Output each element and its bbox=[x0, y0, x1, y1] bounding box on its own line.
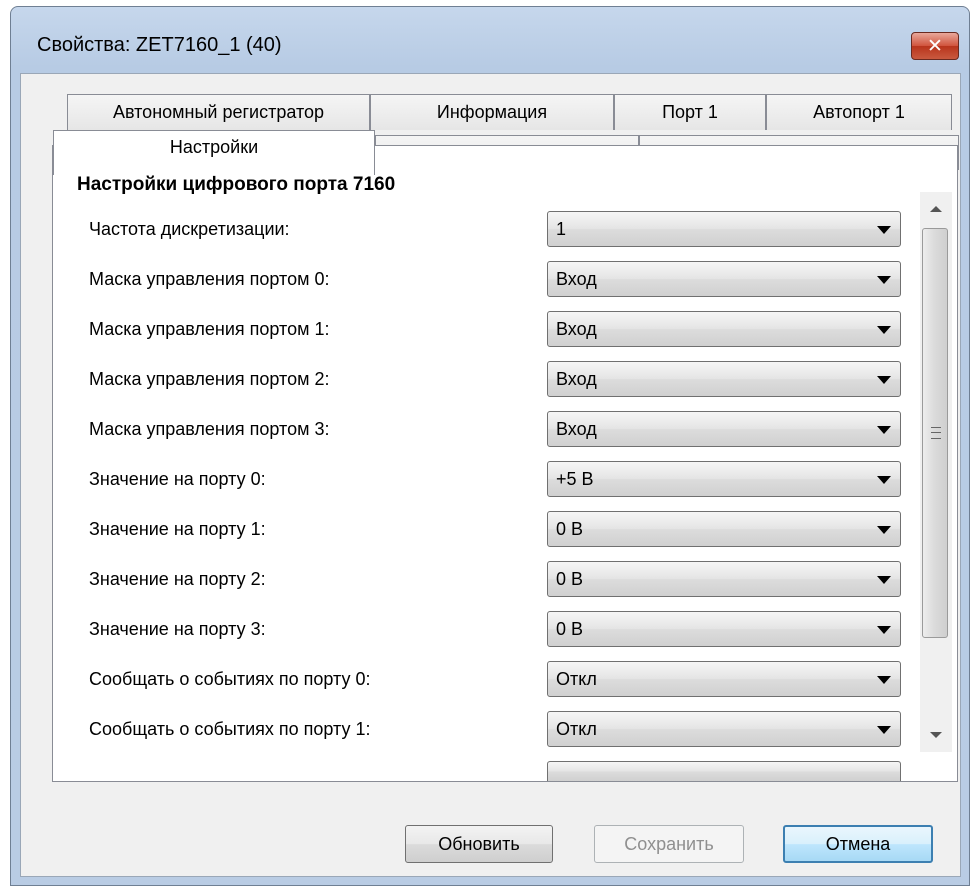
properties-dialog: Свойства: ZET7160_1 (40) ✕ Автономный ре… bbox=[10, 6, 970, 886]
cancel-button[interactable]: Отмена bbox=[783, 825, 933, 863]
save-button[interactable]: Сохранить bbox=[594, 825, 744, 863]
select-value: 1 bbox=[556, 219, 567, 239]
tab-autonomous-recorder[interactable]: Автономный регистратор bbox=[67, 94, 370, 130]
label-port-value-2: Значение на порту 2: bbox=[89, 569, 266, 589]
label-port-mask-2: Маска управления портом 2: bbox=[89, 369, 330, 389]
port-mask-3-select[interactable]: Вход bbox=[547, 411, 901, 447]
vertical-scrollbar[interactable] bbox=[920, 192, 952, 752]
port-value-0-select[interactable]: +5 В bbox=[547, 461, 901, 497]
chevron-down-icon bbox=[877, 426, 891, 434]
chevron-down-icon bbox=[877, 526, 891, 534]
select-value: 0 В bbox=[556, 619, 584, 639]
close-button[interactable]: ✕ bbox=[911, 32, 959, 60]
port-value-1-select[interactable]: 0 В bbox=[547, 511, 901, 547]
label-sampling-rate: Частота дискретизации: bbox=[89, 219, 290, 239]
chevron-down-icon bbox=[877, 276, 891, 284]
chevron-down-icon bbox=[877, 676, 891, 684]
label-port-value-1: Значение на порту 1: bbox=[89, 519, 266, 539]
select-value: Вход bbox=[556, 369, 597, 389]
settings-panel: Настройки цифрового порта 7160 Частота д… bbox=[52, 145, 958, 782]
chevron-down-icon bbox=[877, 726, 891, 734]
tab-port-1[interactable]: Порт 1 bbox=[614, 94, 766, 130]
close-icon: ✕ bbox=[927, 35, 943, 57]
tab-settings[interactable]: Настройки bbox=[53, 130, 375, 175]
select-value: Откл bbox=[556, 719, 597, 739]
port-mask-1-select[interactable]: Вход bbox=[547, 311, 901, 347]
window-title: Свойства: ZET7160_1 (40) bbox=[37, 34, 282, 56]
label-events-port-0: Сообщать о событиях по порту 0: bbox=[89, 669, 371, 689]
chevron-down-icon bbox=[877, 576, 891, 584]
label-port-mask-1: Маска управления портом 1: bbox=[89, 319, 330, 339]
tab-information[interactable]: Информация bbox=[370, 94, 614, 130]
label-port-value-0: Значение на порту 0: bbox=[89, 469, 266, 489]
select-value: 0 В bbox=[556, 569, 584, 589]
chevron-down-icon bbox=[877, 626, 891, 634]
scroll-up-arrow-icon[interactable] bbox=[930, 206, 942, 212]
scroll-down-arrow-icon[interactable] bbox=[930, 732, 942, 738]
port-mask-2-select[interactable]: Вход bbox=[547, 361, 901, 397]
chevron-down-icon bbox=[877, 226, 891, 234]
section-title: Настройки цифрового порта 7160 bbox=[77, 174, 396, 195]
label-port-mask-0: Маска управления портом 0: bbox=[89, 269, 330, 289]
events-port-1-select[interactable]: Откл bbox=[547, 711, 901, 747]
port-value-3-select[interactable]: 0 В bbox=[547, 611, 901, 647]
events-port-0-select[interactable]: Откл bbox=[547, 661, 901, 697]
refresh-button[interactable]: Обновить bbox=[405, 825, 553, 863]
chevron-down-icon bbox=[877, 476, 891, 484]
chevron-down-icon bbox=[877, 376, 891, 384]
chevron-down-icon bbox=[877, 326, 891, 334]
select-value: Вход bbox=[556, 269, 597, 289]
port-mask-0-select[interactable]: Вход bbox=[547, 261, 901, 297]
label-events-port-1: Сообщать о событиях по порту 1: bbox=[89, 719, 371, 739]
select-value: +5 В bbox=[556, 469, 594, 489]
next-row-select-partial[interactable] bbox=[547, 761, 901, 781]
label-port-value-3: Значение на порту 3: bbox=[89, 619, 266, 639]
tab-autoport-1[interactable]: Автопорт 1 bbox=[766, 94, 952, 130]
grip-icon bbox=[931, 427, 941, 439]
select-value: Вход bbox=[556, 419, 597, 439]
label-port-mask-3: Маска управления портом 3: bbox=[89, 419, 330, 439]
scrollbar-thumb[interactable] bbox=[922, 228, 948, 638]
select-value: Вход bbox=[556, 319, 597, 339]
select-value: 0 В bbox=[556, 519, 584, 539]
port-value-2-select[interactable]: 0 В bbox=[547, 561, 901, 597]
select-value: Откл bbox=[556, 669, 597, 689]
sampling-rate-select[interactable]: 1 bbox=[547, 211, 901, 247]
